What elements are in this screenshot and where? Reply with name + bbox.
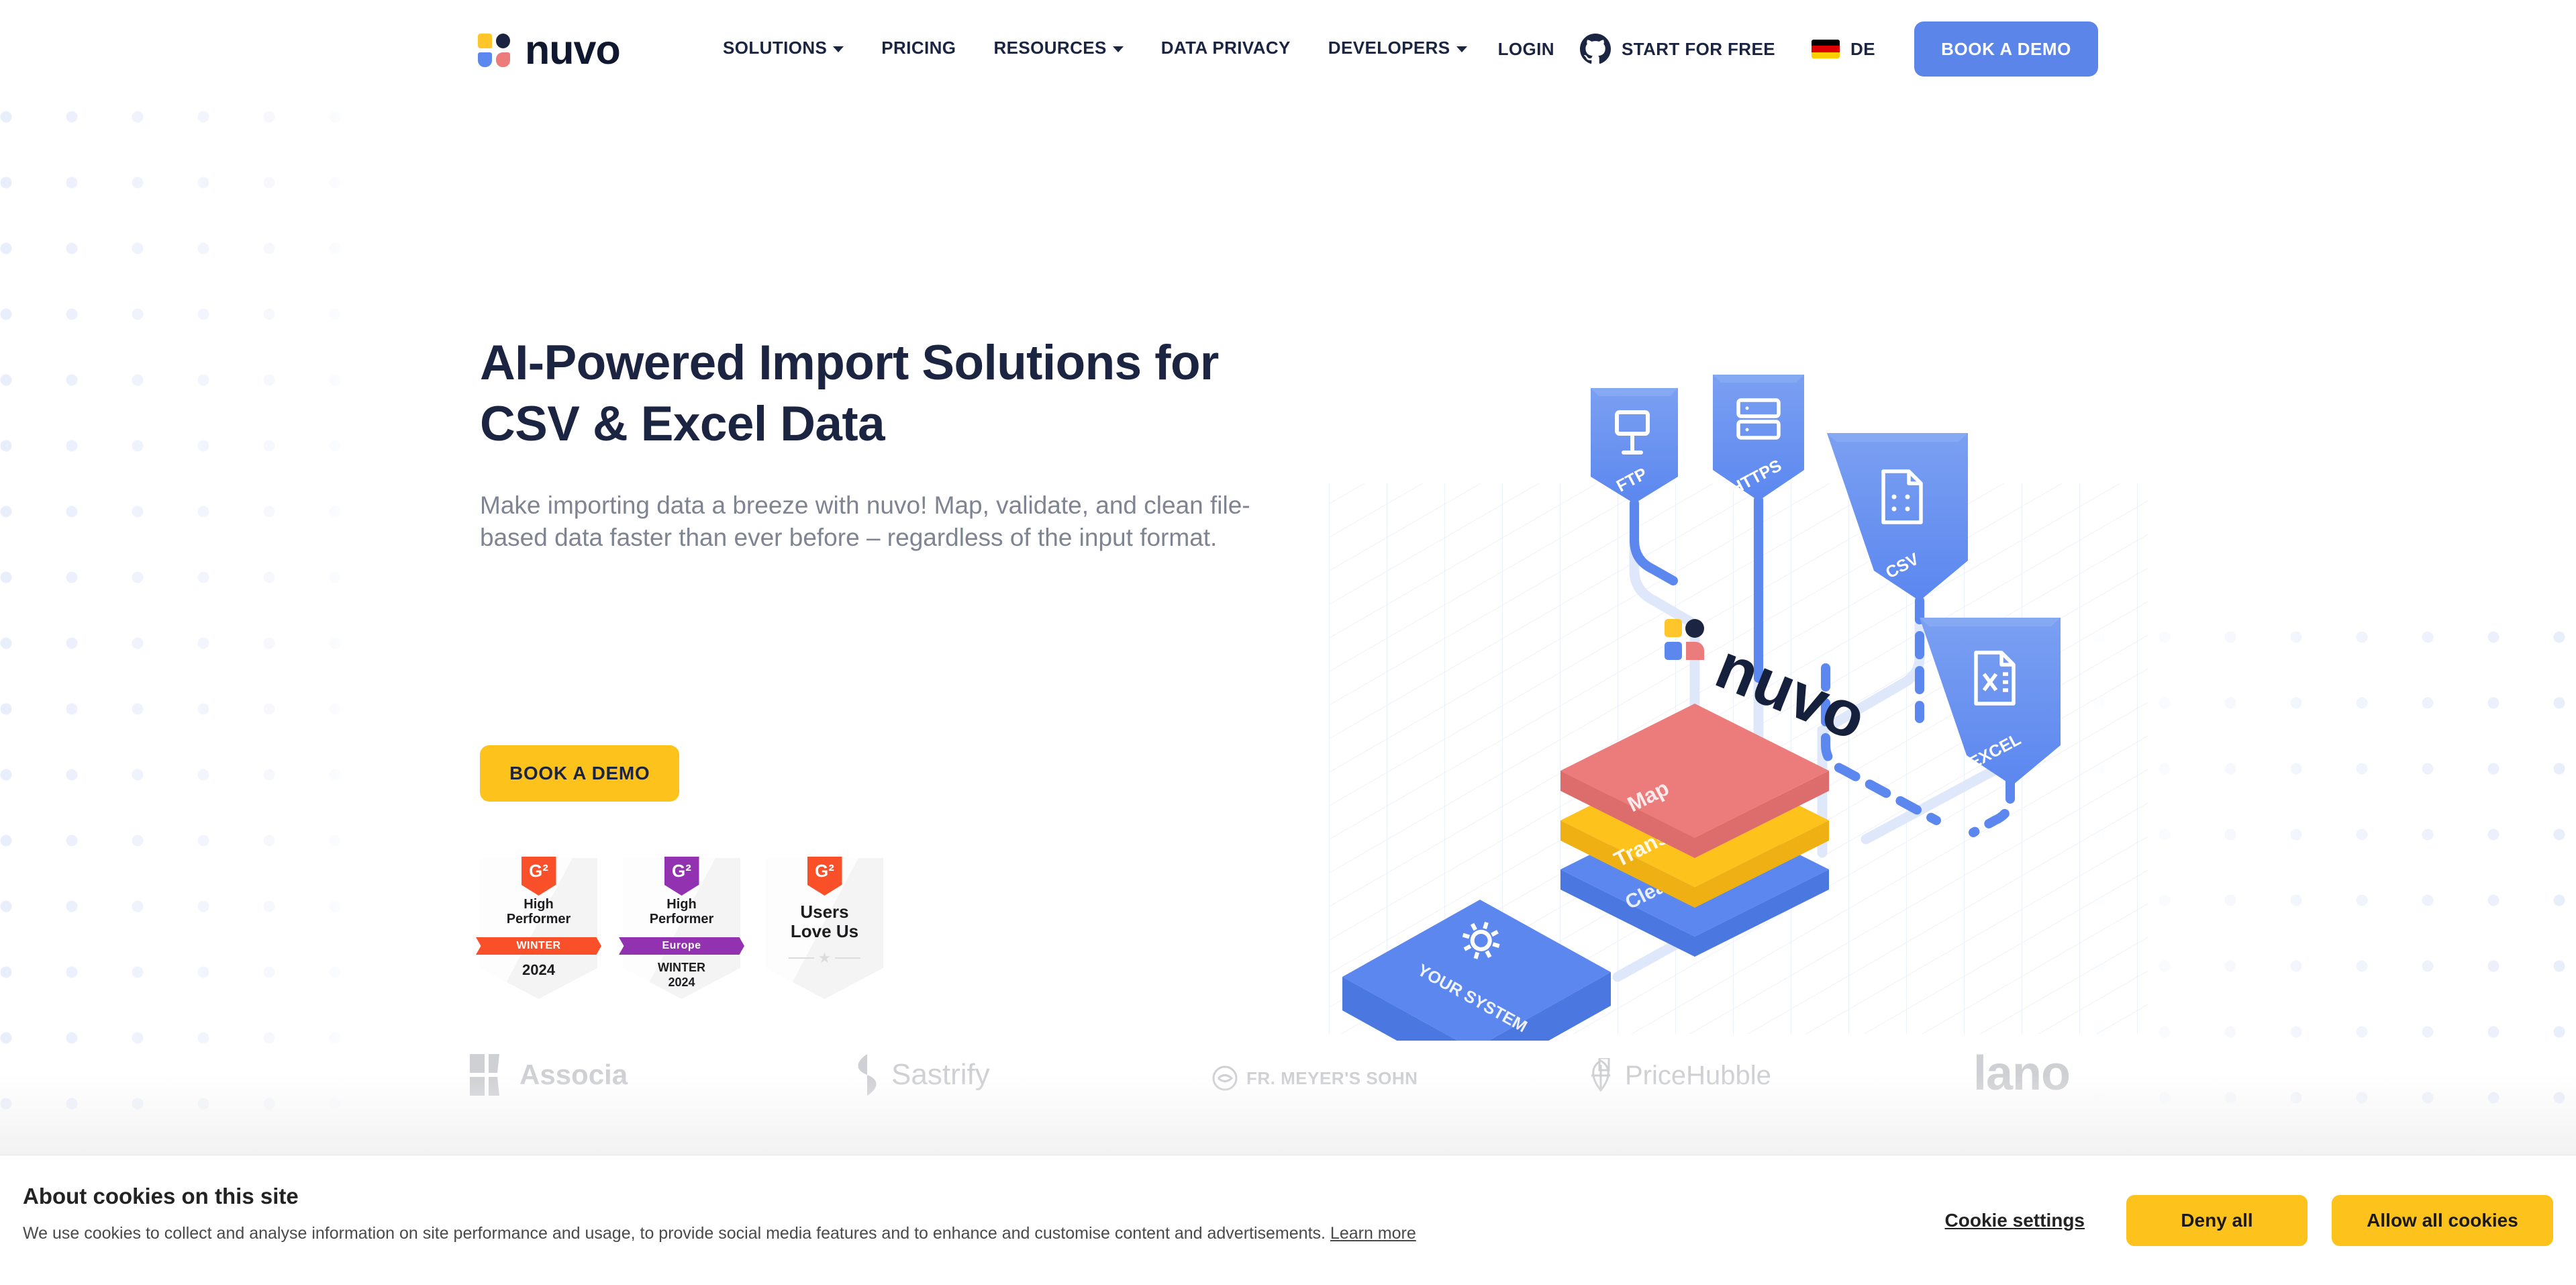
star-icon: ★ — [818, 949, 832, 966]
page-root: nuvo SOLUTIONS PRICING RESOURCES DATA PR… — [0, 0, 2576, 1285]
nuvo-logo-mark-icon — [478, 33, 510, 67]
german-flag-icon — [1811, 40, 1840, 58]
nav-item-data-privacy[interactable]: DATA PRIVACY — [1161, 38, 1291, 58]
logo-square-yellow-icon — [478, 33, 492, 48]
login-link[interactable]: LOGIN — [1498, 39, 1554, 60]
cookie-consent-banner: About cookies on this site We use cookie… — [0, 1155, 2576, 1285]
language-label: DE — [1850, 38, 1876, 59]
customer-logo-sastrify: Sastrify — [852, 1054, 990, 1096]
badge-title: High Performer — [623, 897, 740, 926]
cookie-banner-actions: Cookie settings Deny all Allow all cooki… — [1945, 1155, 2553, 1285]
cookie-learn-more-link[interactable]: Learn more — [1330, 1224, 1416, 1243]
site-header: nuvo SOLUTIONS PRICING RESOURCES DATA PR… — [0, 0, 2576, 107]
badge-title-line-2: Performer — [506, 912, 571, 926]
hero-copy: AI-Powered Import Solutions for CSV & Ex… — [480, 332, 1285, 554]
hero-book-a-demo-button[interactable]: BOOK A DEMO — [480, 745, 680, 802]
customer-logo-associa: Associa — [470, 1054, 628, 1096]
badge-ribbon: Europe — [619, 937, 744, 955]
lano-label: lano — [1973, 1047, 2071, 1100]
hero-title-line-2: CSV & Excel Data — [480, 397, 885, 451]
chevron-down-icon — [1456, 46, 1467, 52]
chevron-down-icon — [833, 46, 844, 52]
g2-badge-high-performer-winter-2024[interactable]: G² High Performer WINTER 2024 — [476, 857, 601, 999]
nav-item-pricing[interactable]: PRICING — [881, 38, 956, 58]
main-navigation: SOLUTIONS PRICING RESOURCES DATA PRIVACY… — [723, 38, 1467, 58]
badge-season: WINTER — [658, 961, 705, 974]
nav-item-resources[interactable]: RESOURCES — [993, 38, 1124, 58]
customer-logo-lano: lano — [1973, 1046, 2071, 1101]
badge-title-line-2: Performer — [649, 912, 714, 926]
badge-title: High Performer — [480, 897, 597, 926]
start-for-free-link[interactable]: START FOR FREE — [1579, 34, 1775, 64]
g2-badge-high-performer-europe-winter-2024[interactable]: G² High Performer Europe WINTER 2024 — [619, 857, 744, 999]
nav-label-pricing: PRICING — [881, 38, 956, 58]
hero-subtitle: Make importing data a breeze with nuvo! … — [480, 491, 1250, 551]
sastrify-label: Sastrify — [891, 1058, 990, 1091]
badge-title-line-1: High — [666, 897, 697, 912]
cookie-banner-title: About cookies on this site — [23, 1184, 299, 1208]
badge-year: 2024 — [522, 961, 555, 978]
badge-star-rule: ★ — [766, 951, 883, 965]
nuvo-logo[interactable]: nuvo — [478, 27, 621, 73]
badge-title-line-1: Users — [800, 902, 849, 922]
header-actions: LOGIN START FOR FREE DE BOOK A DEMO — [1498, 21, 2098, 77]
nav-item-solutions[interactable]: SOLUTIONS — [723, 38, 844, 58]
source-shield-https: HTTPS — [1713, 375, 1804, 501]
badge-title: Users Love Us — [766, 902, 883, 941]
chevron-down-icon — [1112, 46, 1124, 52]
github-icon — [1579, 34, 1611, 64]
cookie-banner-text: We use cookies to collect and analyse in… — [23, 1224, 1326, 1243]
header-book-a-demo-button[interactable]: BOOK A DEMO — [1914, 21, 2098, 77]
hero-section: AI-Powered Import Solutions for CSV & Ex… — [0, 107, 2576, 1083]
pricehubble-label: PriceHubble — [1625, 1060, 1771, 1090]
logo-shape-red-icon — [496, 52, 510, 67]
g2-badges: G² High Performer WINTER 2024 G² High Pe… — [476, 857, 883, 999]
fr-meyers-sohn-mark-icon — [1212, 1065, 1238, 1091]
associa-mark-icon — [470, 1054, 499, 1096]
badge-title-line-2: Love Us — [790, 921, 859, 941]
logo-shape-blue-icon — [478, 52, 492, 67]
nav-label-resources: RESOURCES — [993, 38, 1107, 58]
pricehubble-mark-icon — [1591, 1058, 1610, 1092]
nav-label-solutions: SOLUTIONS — [723, 38, 828, 58]
fr-meyers-sohn-label: FR. MEYER'S SOHN — [1246, 1067, 1418, 1088]
logo-circle-navy-icon — [496, 33, 510, 48]
start-for-free-label: START FOR FREE — [1621, 38, 1775, 59]
badge-title-line-1: High — [524, 897, 554, 912]
customer-logo-pricehubble: PriceHubble — [1586, 1058, 1771, 1093]
deny-all-button[interactable]: Deny all — [2126, 1195, 2308, 1246]
badge-ribbon: WINTER — [476, 937, 601, 955]
cookie-banner-body: We use cookies to collect and analyse in… — [23, 1224, 1416, 1243]
nuvo-wordmark: nuvo — [525, 27, 621, 73]
cookie-settings-link[interactable]: Cookie settings — [1945, 1210, 2085, 1231]
language-switcher[interactable]: DE — [1811, 38, 1876, 60]
g2-badge-users-love-us[interactable]: G² Users Love Us ★ — [766, 857, 883, 999]
hero-title-line-1: AI-Powered Import Solutions for — [480, 336, 1219, 390]
allow-all-cookies-button[interactable]: Allow all cookies — [2332, 1195, 2553, 1246]
customer-logo-fr-meyers-sohn: FR. MEYER'S SOHN — [1211, 1065, 1418, 1092]
hero-illustration: FTP HTTPS CSV EXCEL nuvo Clean Map YOUR … — [1275, 369, 2201, 1083]
nav-label-developers: DEVELOPERS — [1328, 38, 1450, 58]
associa-label: Associa — [519, 1059, 628, 1090]
nav-label-data-privacy: DATA PRIVACY — [1160, 38, 1291, 58]
badge-year: 2024 — [668, 975, 695, 989]
sastrify-mark-icon — [858, 1054, 877, 1096]
hero-title: AI-Powered Import Solutions for CSV & Ex… — [480, 332, 1285, 455]
nav-item-developers[interactable]: DEVELOPERS — [1328, 38, 1467, 58]
